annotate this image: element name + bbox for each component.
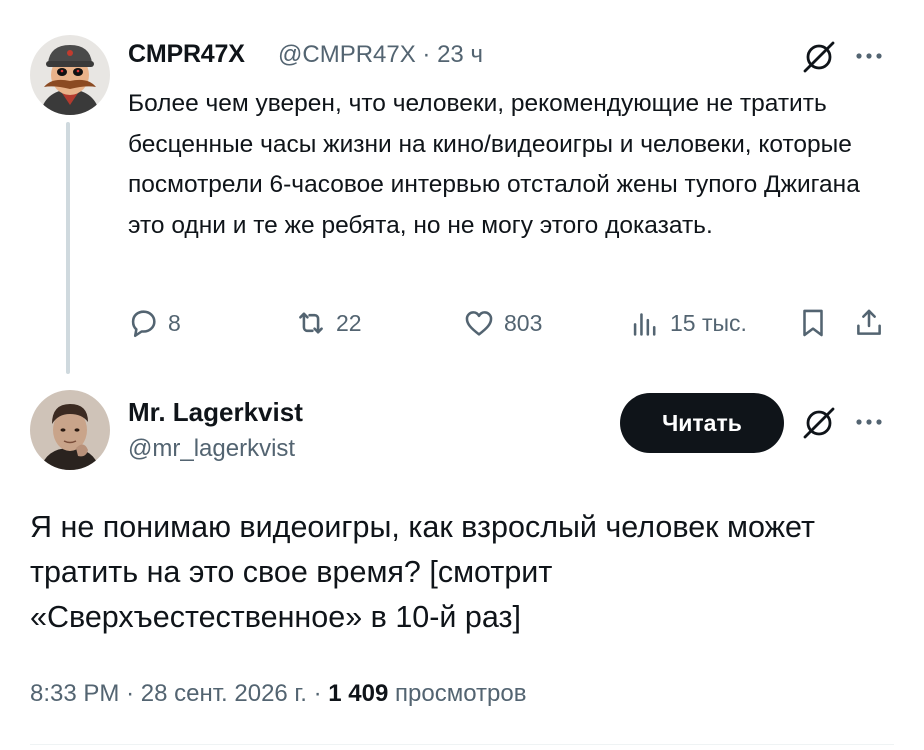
avatar-cmpr47x[interactable] (30, 35, 110, 115)
reply-icon (131, 310, 156, 338)
post-date[interactable]: 28 сент. 2026 г. (141, 680, 307, 707)
share-button[interactable] (852, 306, 886, 340)
post-time[interactable]: 23 ч (437, 41, 483, 68)
meta-separator: · (422, 41, 431, 68)
views-icon (633, 313, 656, 336)
author-meta: @CMPR47X · 23 ч (278, 41, 483, 69)
reply-button[interactable]: 8 (126, 306, 181, 340)
divider (30, 744, 894, 745)
thread-line (66, 122, 70, 374)
share-icon (857, 309, 881, 335)
reply-count: 8 (168, 309, 181, 336)
avatar-mr-lagerkvist[interactable] (30, 390, 110, 470)
more-icon[interactable] (852, 410, 886, 434)
views-label: просмотров (395, 680, 527, 707)
views-count: 1 409 (328, 680, 389, 707)
author-name[interactable]: Mr. Lagerkvist (128, 397, 303, 428)
retweet-button[interactable]: 22 (294, 306, 362, 340)
meta-separator: · (126, 680, 135, 707)
bookmark-icon (803, 309, 823, 337)
retweet-count: 22 (336, 309, 362, 336)
bookmark-button[interactable] (796, 306, 830, 340)
author-handle[interactable]: @CMPR47X (278, 41, 416, 68)
author-handle[interactable]: @mr_lagerkvist (128, 435, 295, 463)
author-name[interactable]: CMPR47X (128, 40, 245, 69)
like-button[interactable]: 803 (462, 306, 542, 340)
retweet-icon (299, 312, 323, 334)
post-text: Более чем уверен, что человеки, рекоменд… (128, 90, 860, 239)
grok-icon[interactable] (800, 38, 838, 76)
views-button[interactable]: 15 тыс. (628, 306, 747, 340)
like-icon (465, 311, 493, 336)
meta-separator: · (313, 680, 322, 707)
post-text: Я не понимаю видеоигры, как взрослый чел… (30, 510, 815, 634)
grok-icon[interactable] (800, 404, 838, 442)
follow-button[interactable]: Читать (620, 393, 784, 453)
views-count: 15 тыс. (670, 309, 747, 336)
like-count: 803 (504, 309, 543, 336)
more-icon[interactable] (852, 44, 886, 68)
post-time[interactable]: 8:33 PM (30, 680, 119, 707)
post-meta: 8:33 PM · 28 сент. 2026 г. · 1 409 просм… (30, 680, 526, 708)
